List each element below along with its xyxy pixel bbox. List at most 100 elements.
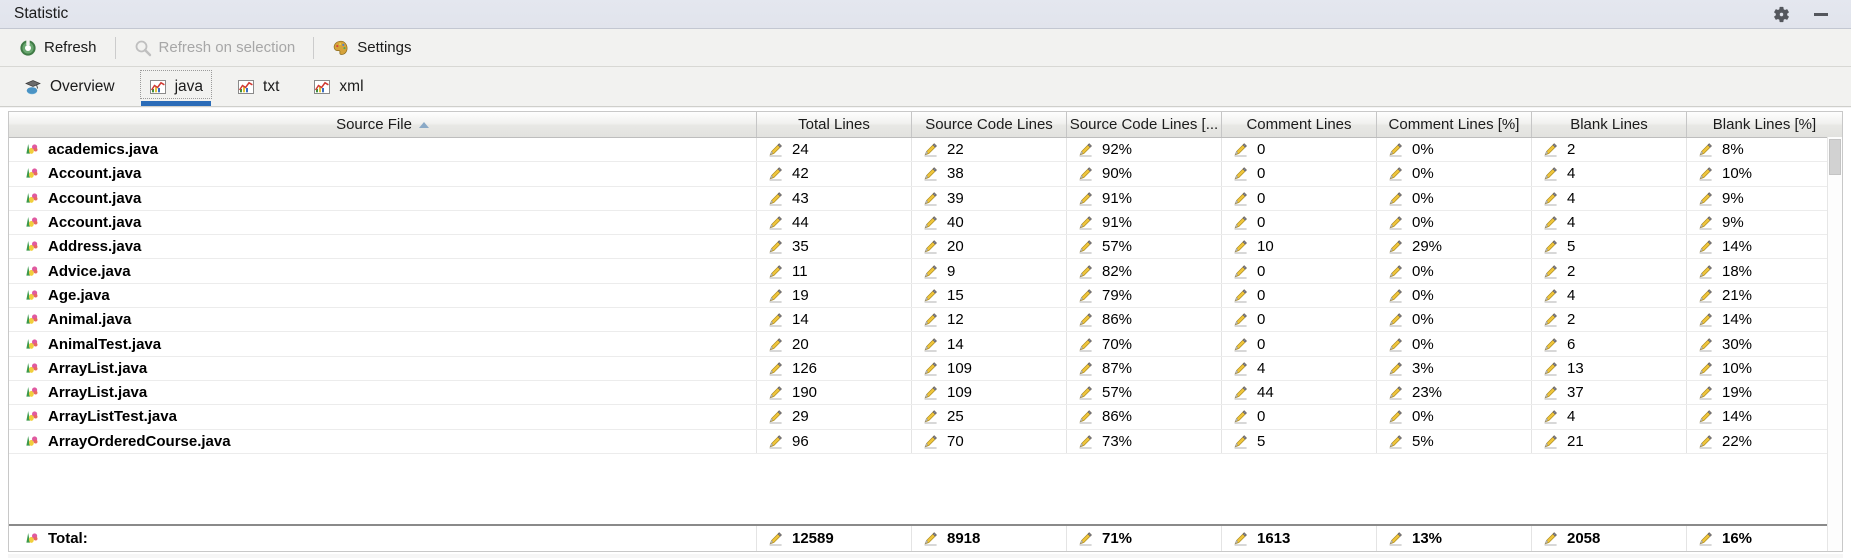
cell-comment-pct: 0% — [1377, 186, 1532, 210]
cell-comment: 0 — [1222, 162, 1377, 186]
column-header-source-code-lines[interactable]: Source Code Lines [... — [1067, 112, 1222, 137]
cell-source-pct: 90% — [1067, 162, 1222, 186]
pencil-icon — [1542, 433, 1559, 450]
cell-value: 0 — [1257, 286, 1266, 304]
table-row[interactable]: Animal.java 14 12 86% 0 0% 2 14% — [9, 308, 1842, 333]
cell-value: 0% — [1412, 335, 1434, 353]
cell-value: 19 — [792, 286, 809, 304]
pencil-icon — [1077, 287, 1094, 304]
cell-value: 23% — [1412, 384, 1443, 402]
cell-value: 13 — [1567, 359, 1584, 377]
page-title: Statistic — [14, 5, 69, 22]
gear-icon[interactable] — [1771, 4, 1791, 24]
vertical-scrollbar[interactable] — [1827, 137, 1842, 551]
table-row[interactable]: ArrayListTest.java 29 25 86% 0 0% 4 14% — [9, 405, 1842, 430]
column-header-comment-lines[interactable]: Comment Lines [%] — [1377, 112, 1532, 137]
cell-value: 35 — [792, 238, 809, 256]
table-row[interactable]: ArrayList.java 190 109 57% 44 23% 37 19% — [9, 380, 1842, 406]
table-row[interactable]: Account.java 44 40 91% 0 0% 4 9% — [9, 210, 1842, 236]
table-row[interactable]: Account.java 43 39 91% 0 0% 4 9% — [9, 186, 1842, 211]
table-row[interactable]: Advice.java 11 9 82% 0 0% 2 18% — [9, 259, 1842, 284]
column-header-blank-lines[interactable]: Blank Lines — [1532, 112, 1687, 137]
column-header-label: Total Lines — [798, 116, 870, 133]
pencil-icon — [1542, 287, 1559, 304]
table-row[interactable]: Account.java 42 38 90% 0 0% 4 10% — [9, 162, 1842, 187]
pencil-icon — [1387, 141, 1404, 158]
table-row[interactable]: ArrayOrderedCourse.java 96 70 73% 5 5% 21 22% — [9, 429, 1842, 454]
column-header-label: Source Code Lines [... — [1069, 116, 1219, 133]
column-header-label: Blank Lines — [1570, 116, 1648, 133]
cell-value: 5 — [1567, 238, 1576, 256]
cell-comment: 0 — [1222, 332, 1377, 356]
pencil-icon — [1387, 214, 1404, 231]
cell-comment-pct: 0% — [1377, 283, 1532, 308]
column-header-source-file[interactable]: Source File — [9, 112, 757, 137]
cell-value: 4 — [1257, 359, 1266, 377]
cell-source: 109 — [912, 356, 1067, 380]
minimize-icon[interactable] — [1811, 4, 1831, 24]
refresh-button[interactable]: Refresh — [10, 35, 106, 61]
pencil-icon — [1542, 165, 1559, 182]
pencil-icon — [1077, 360, 1094, 377]
pencil-icon — [1387, 433, 1404, 450]
table-row[interactable]: Age.java 19 15 79% 0 0% 4 21% — [9, 283, 1842, 309]
cell-value: 38 — [947, 165, 964, 183]
cell-value: 109 — [947, 384, 973, 402]
cell-total: 35 — [757, 235, 912, 259]
table-row[interactable]: academics.java 24 22 92% 0 0% 2 8% — [9, 138, 1842, 163]
table-row[interactable]: AnimalTest.java 20 14 70% 0 0% 6 30% — [9, 332, 1842, 357]
total-value: Total: — [48, 530, 88, 547]
vertical-scrollbar-thumb[interactable] — [1829, 139, 1841, 175]
cell-source-file: Account.java — [9, 186, 757, 210]
cell-source-pct: 86% — [1067, 308, 1222, 332]
pencil-icon — [767, 360, 784, 377]
total-cell-source-pct: 71% — [1067, 526, 1222, 551]
pencil-icon — [1232, 238, 1249, 255]
column-header-comment-lines[interactable]: Comment Lines — [1222, 112, 1377, 137]
search-icon — [134, 39, 152, 57]
tab-overview[interactable]: Overview — [12, 67, 127, 106]
cell-source-file: ArrayList.java — [9, 380, 757, 405]
cell-blank: 5 — [1532, 235, 1687, 259]
column-header-blank-lines[interactable]: Blank Lines [%] — [1687, 112, 1842, 137]
cell-total: 96 — [757, 429, 912, 453]
pencil-icon — [1077, 190, 1094, 207]
cell-value: 10 — [1257, 238, 1274, 256]
pencil-icon — [767, 238, 784, 255]
table-row[interactable]: ArrayList.java 126 109 87% 4 3% 13 10% — [9, 356, 1842, 381]
pencil-icon — [1077, 336, 1094, 353]
pencil-icon — [1077, 311, 1094, 328]
table-row[interactable]: Address.java 35 20 57% 10 29% 5 14% — [9, 235, 1842, 260]
cell-value: 14% — [1722, 238, 1753, 256]
pencil-icon — [922, 311, 939, 328]
tab-txt-label: txt — [263, 77, 280, 95]
pencil-icon — [922, 190, 939, 207]
column-header-total-lines[interactable]: Total Lines — [757, 112, 912, 137]
source-file-icon — [23, 165, 40, 182]
pencil-icon — [1697, 311, 1714, 328]
table-body: academics.java 24 22 92% 0 0% 2 8% Account.java 4… — [9, 138, 1842, 524]
column-header-source-code-lines[interactable]: Source Code Lines — [912, 112, 1067, 137]
cell-value: 29% — [1412, 238, 1443, 256]
cell-total: 44 — [757, 210, 912, 235]
pencil-icon — [1232, 190, 1249, 207]
cell-total: 11 — [757, 259, 912, 283]
total-cell-total: 12589 — [757, 526, 912, 551]
cell-value: 11 — [792, 262, 808, 280]
refresh-on-selection-button[interactable]: Refresh on selection — [125, 35, 305, 61]
tab-java[interactable]: java — [137, 67, 215, 106]
cell-source-file: Age.java — [9, 283, 757, 308]
tab-xml[interactable]: xml — [301, 67, 375, 106]
pencil-icon — [1387, 336, 1404, 353]
cell-value: 91% — [1102, 189, 1133, 207]
cell-source-file: ArrayListTest.java — [9, 405, 757, 429]
cell-comment: 0 — [1222, 210, 1377, 235]
pencil-icon — [1232, 214, 1249, 231]
total-cell-blank: 2058 — [1532, 526, 1687, 551]
pencil-icon — [922, 408, 939, 425]
cell-source-file: Address.java — [9, 235, 757, 259]
cell-value: 39 — [947, 189, 964, 207]
pencil-icon — [767, 165, 784, 182]
tab-txt[interactable]: txt — [225, 67, 291, 106]
settings-button[interactable]: Settings — [323, 35, 420, 61]
